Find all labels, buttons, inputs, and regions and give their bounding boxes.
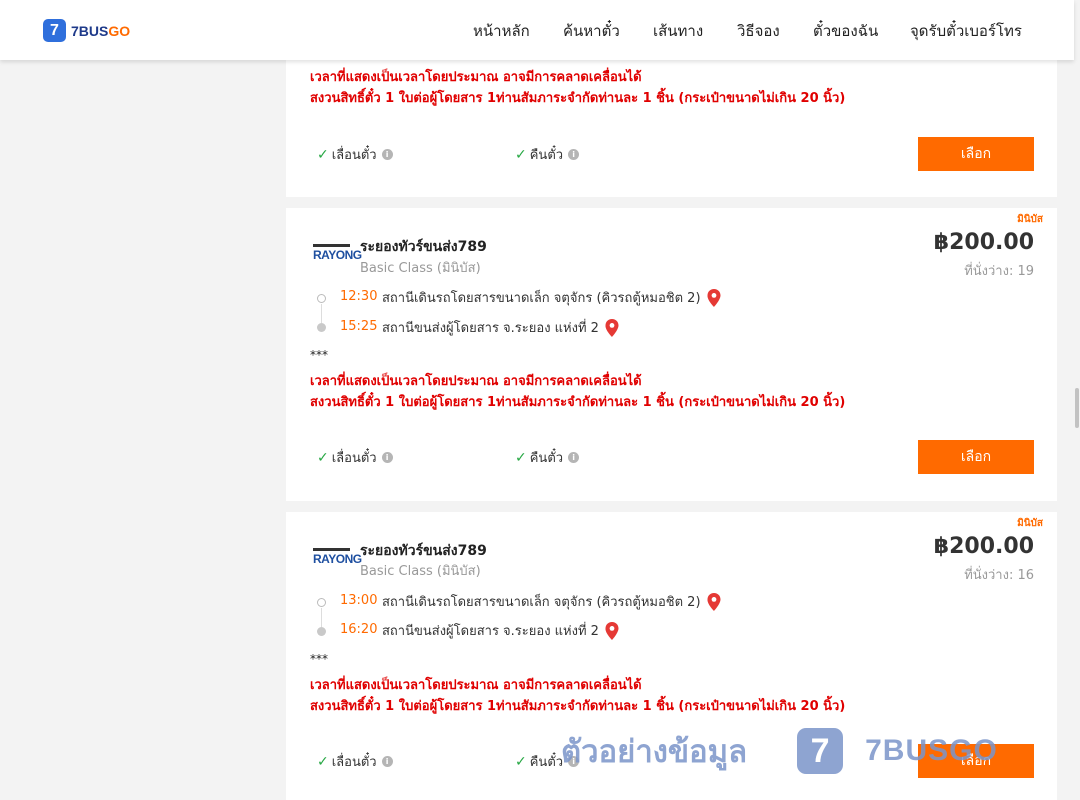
remark-stars: *** [310, 652, 328, 666]
main-nav: หน้าหลัก ค้นหาตั๋ว เส้นทาง วิธีจอง ตั๋วข… [0, 19, 1074, 43]
nav-how-to-book[interactable]: วิธีจอง [737, 19, 780, 43]
check-icon: ✓ [515, 146, 527, 163]
arrive-stop: สถานีขนส่งผู้โดยสาร จ.ระยอง แห่งที่ 2 [382, 620, 619, 641]
feature-change-ticket: ✓ เลื่อนตั๋ว i [317, 751, 393, 772]
watermark-text: ตัวอย่างข้อมูล [561, 734, 748, 770]
notice-line-2: สงวนสิทธิ์ตั๋ว 1 ใบต่อผู้โดยสาร 1ท่านสัม… [310, 395, 846, 410]
notice-line-2: สงวนสิทธิ์ตั๋ว 1 ใบต่อผู้โดยสาร 1ท่านสัม… [310, 699, 846, 714]
feature-refund-ticket: ✓ คืนตั๋ว i [515, 447, 580, 468]
info-icon[interactable]: i [381, 149, 393, 160]
info-icon[interactable]: i [568, 149, 580, 160]
seats-available: ที่นั่งว่าง: 16 [964, 568, 1034, 583]
depart-time: 13:00 [340, 593, 378, 608]
feature-change-ticket: ✓ เลื่อนตั๋ว i [317, 144, 393, 165]
bus-class: Basic Class (มินิบัส) [360, 261, 481, 276]
depart-dot [317, 598, 326, 607]
route-line [321, 304, 322, 323]
depart-dot [317, 294, 326, 303]
check-icon: ✓ [317, 753, 329, 770]
select-button[interactable]: เลือก [918, 440, 1034, 474]
site-header: 7 7BUSGO หน้าหลัก ค้นหาตั๋ว เส้นทาง วิธี… [0, 0, 1074, 60]
seats-available: ที่นั่งว่าง: 19 [964, 264, 1034, 279]
arrive-time: 15:25 [340, 319, 378, 334]
notice-line-1: เวลาที่แสดงเป็นเวลาโดยประมาณ อาจมีการคลา… [310, 70, 642, 85]
scrollbar-thumb[interactable] [1075, 388, 1079, 428]
remark-stars: *** [310, 348, 328, 362]
map-pin-icon[interactable] [707, 592, 721, 611]
operator-name: ระยองทัวร์ขนส่ง789 [360, 543, 487, 559]
notice-line-1: เวลาที่แสดงเป็นเวลาโดยประมาณ อาจมีการคลา… [310, 678, 642, 693]
depart-stop: สถานีเดินรถโดยสารขนาดเล็ก จตุจักร (คิวรถ… [382, 591, 721, 612]
nav-search-tickets[interactable]: ค้นหาตั๋ว [563, 19, 620, 43]
operator-logo: RAYONG [313, 548, 362, 566]
operator-logo-text: RAYONG [313, 552, 362, 566]
map-pin-icon[interactable] [605, 621, 619, 640]
arrive-stop: สถานีขนส่งผู้โดยสาร จ.ระยอง แห่งที่ 2 [382, 317, 619, 338]
feature-refund-label: คืนตั๋ว [529, 148, 564, 163]
watermark-brand: 7BUSGO [865, 734, 998, 767]
check-icon: ✓ [317, 449, 329, 466]
notice-line-1: เวลาที่แสดงเป็นเวลาโดยประมาณ อาจมีการคลา… [310, 374, 642, 389]
feature-refund-label: คืนตั๋ว [529, 755, 564, 770]
depart-station: สถานีเดินรถโดยสารขนาดเล็ก จตุจักร (คิวรถ… [382, 291, 701, 306]
route-line [321, 608, 322, 627]
check-icon: ✓ [515, 449, 527, 466]
feature-change-label: เลื่อนตั๋ว [331, 148, 377, 163]
nav-ticket-pickup[interactable]: จุดรับตั๋วเบอร์โทร [910, 19, 1022, 43]
map-pin-icon[interactable] [605, 318, 619, 337]
feature-change-ticket: ✓ เลื่อนตั๋ว i [317, 447, 393, 468]
depart-station: สถานีเดินรถโดยสารขนาดเล็ก จตุจักร (คิวรถ… [382, 595, 701, 610]
arrive-dot [317, 627, 326, 636]
operator-name: ระยองทัวร์ขนส่ง789 [360, 239, 487, 255]
nav-routes[interactable]: เส้นทาง [653, 19, 703, 43]
map-pin-icon[interactable] [707, 288, 721, 307]
feature-change-label: เลื่อนตั๋ว [331, 451, 377, 466]
feature-refund-label: คืนตั๋ว [529, 451, 564, 466]
trip-card-partial: เวลาที่แสดงเป็นเวลาโดยประมาณ อาจมีการคลา… [286, 56, 1057, 197]
nav-my-tickets[interactable]: ตั๋วของฉัน [813, 19, 878, 43]
bus-type-tag: มินิบัส [1017, 518, 1043, 529]
depart-time: 12:30 [340, 289, 378, 304]
sample-data-watermark: ตัวอย่างข้อมูล 7 7BUSGO [561, 726, 998, 776]
depart-stop: สถานีเดินรถโดยสารขนาดเล็ก จตุจักร (คิวรถ… [382, 287, 721, 308]
arrive-station: สถานีขนส่งผู้โดยสาร จ.ระยอง แห่งที่ 2 [382, 624, 599, 639]
check-icon: ✓ [515, 753, 527, 770]
info-icon[interactable]: i [381, 756, 393, 767]
watermark-logo-badge: 7 [797, 728, 844, 774]
check-icon: ✓ [317, 146, 329, 163]
trip-card: มินิบัส RAYONG ระยองทัวร์ขนส่ง789 Basic … [286, 208, 1057, 501]
feature-change-label: เลื่อนตั๋ว [331, 755, 377, 770]
scrollbar[interactable] [1074, 0, 1080, 800]
bus-class: Basic Class (มินิบัส) [360, 564, 481, 579]
arrive-dot [317, 323, 326, 332]
bus-type-tag: มินิบัส [1017, 214, 1043, 225]
select-button[interactable]: เลือก [918, 137, 1034, 171]
operator-logo-bar [313, 244, 350, 247]
arrive-time: 16:20 [340, 622, 378, 637]
nav-home[interactable]: หน้าหลัก [473, 19, 530, 43]
operator-logo-text: RAYONG [313, 248, 362, 262]
operator-logo-bar [313, 548, 350, 551]
price: ฿200.00 [933, 534, 1034, 559]
operator-logo: RAYONG [313, 244, 362, 262]
info-icon[interactable]: i [381, 452, 393, 463]
feature-refund-ticket: ✓ คืนตั๋ว i [515, 144, 580, 165]
notice-line-2: สงวนสิทธิ์ตั๋ว 1 ใบต่อผู้โดยสาร 1ท่านสัม… [310, 91, 846, 106]
price: ฿200.00 [933, 230, 1034, 255]
info-icon[interactable]: i [568, 452, 580, 463]
arrive-station: สถานีขนส่งผู้โดยสาร จ.ระยอง แห่งที่ 2 [382, 321, 599, 336]
